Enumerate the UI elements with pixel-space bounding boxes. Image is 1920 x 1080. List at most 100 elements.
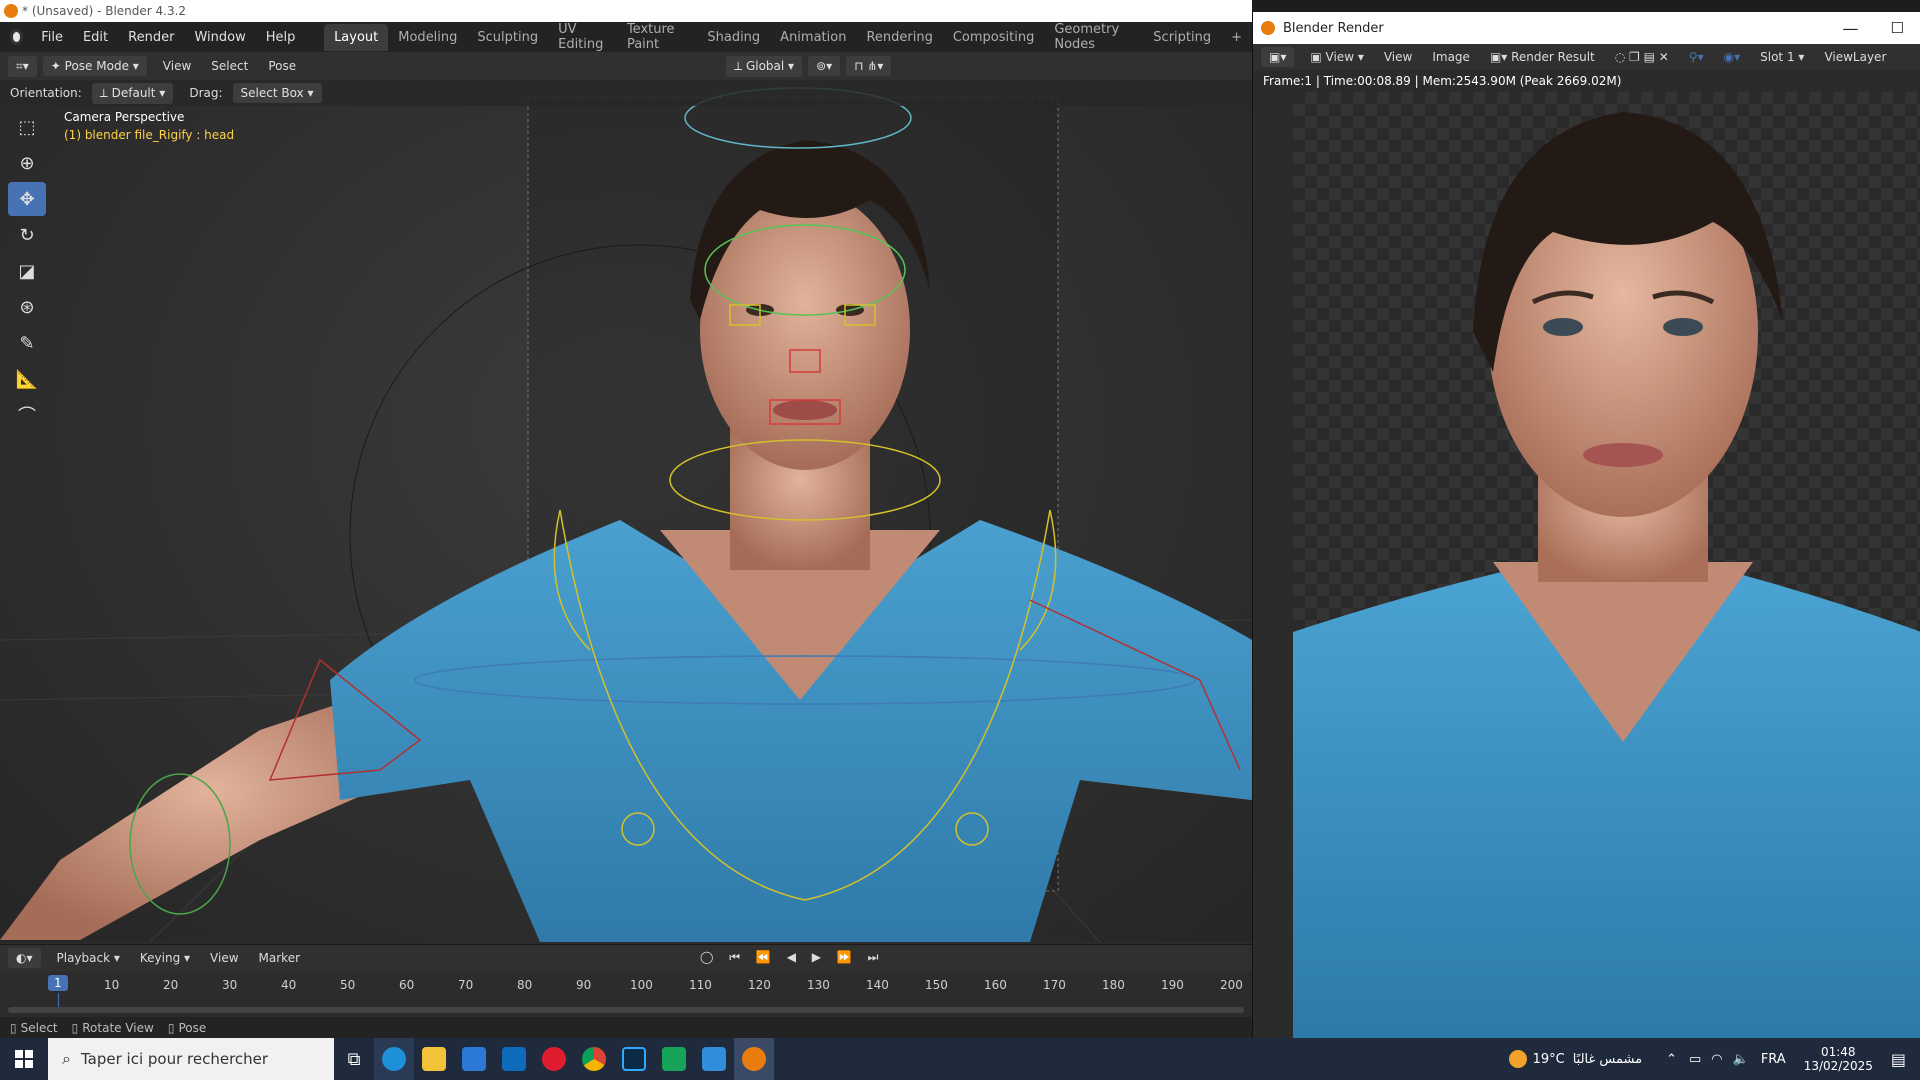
slot-dropdown[interactable]: Slot 1 ▾ bbox=[1750, 50, 1814, 64]
snap-toggle[interactable]: ⊓ ⋔▾ bbox=[846, 56, 892, 76]
status-bar: ▯ Select ▯ Rotate View ▯ Pose bbox=[0, 1017, 1252, 1038]
select-box-tool-icon[interactable]: ⬚ bbox=[8, 110, 46, 144]
mode-dropdown[interactable]: ✦ Pose Mode ▾ bbox=[42, 56, 147, 76]
menu-window[interactable]: Window bbox=[184, 30, 255, 45]
annotate-tool-icon[interactable]: ✎ bbox=[8, 326, 46, 360]
volume-icon[interactable]: 🔈 bbox=[1733, 1052, 1749, 1067]
editor-type-button[interactable]: ⌗▾ bbox=[8, 55, 37, 77]
store-icon[interactable] bbox=[454, 1038, 494, 1080]
prev-keyframe-icon[interactable]: ⏪ bbox=[756, 950, 777, 964]
photoshop-icon[interactable] bbox=[614, 1038, 654, 1080]
tab-modeling[interactable]: Modeling bbox=[388, 24, 467, 51]
maximize-icon[interactable]: ☐ bbox=[1875, 19, 1920, 37]
playback-menu[interactable]: Playback ▾ bbox=[47, 951, 130, 965]
measure-tool-icon[interactable]: 📐 bbox=[8, 362, 46, 396]
next-keyframe-icon[interactable]: ⏩ bbox=[837, 950, 858, 964]
cursor-tool-icon[interactable]: ⊕ bbox=[8, 146, 46, 180]
render-image-menu[interactable]: Image bbox=[1422, 50, 1480, 64]
wifi-icon[interactable]: ◠ bbox=[1711, 1052, 1722, 1067]
tab-rendering[interactable]: Rendering bbox=[856, 24, 942, 51]
image-editor-type-button[interactable]: ▣▾ bbox=[1261, 47, 1295, 67]
frame-label: 150 bbox=[925, 978, 948, 992]
clock-time: 01:48 bbox=[1820, 1045, 1856, 1059]
select-menu[interactable]: Select bbox=[201, 59, 258, 73]
frame-ruler[interactable]: 1 10 20 30 40 50 60 70 80 90 100 110 120… bbox=[0, 971, 1252, 1009]
render-view-dropdown[interactable]: ▣ View ▾ bbox=[1300, 50, 1373, 64]
scale-tool-icon[interactable]: ◪ bbox=[8, 254, 46, 288]
frame-label: 110 bbox=[689, 978, 712, 992]
chevron-up-icon[interactable]: ⌃ bbox=[1666, 1052, 1677, 1067]
autokey-toggle-icon[interactable]: ◯ bbox=[700, 950, 719, 964]
overlay-toggle-icon[interactable]: ◉▾ bbox=[1714, 50, 1751, 64]
tab-animation[interactable]: Animation bbox=[770, 24, 856, 51]
minimize-icon[interactable]: — bbox=[1827, 19, 1875, 38]
menu-file[interactable]: File bbox=[31, 30, 73, 45]
taskbar-search-box[interactable]: ⌕ Taper ici pour rechercher bbox=[48, 1038, 334, 1080]
move-tool-icon[interactable]: ✥ bbox=[8, 182, 46, 216]
play-reverse-icon[interactable]: ◀ bbox=[787, 950, 802, 964]
outlook-icon[interactable] bbox=[494, 1038, 534, 1080]
chrome-icon[interactable] bbox=[574, 1038, 614, 1080]
edge-icon[interactable] bbox=[374, 1038, 414, 1080]
3d-viewport[interactable] bbox=[0, 80, 1252, 942]
keying-menu[interactable]: Keying ▾ bbox=[130, 951, 200, 965]
timeline-editor: ◐▾ Playback ▾ Keying ▾ View Marker ◯ ⏮ ⏪… bbox=[0, 944, 1252, 1026]
keying-label: Keying bbox=[139, 951, 181, 965]
notifications-icon[interactable]: ▤ bbox=[1891, 1050, 1906, 1069]
start-button[interactable] bbox=[0, 1038, 48, 1080]
playback-controls: ◯ ⏮ ⏪ ◀ ▶ ⏩ ⏭ bbox=[700, 950, 884, 965]
blender-menu-icon[interactable] bbox=[10, 29, 24, 45]
windows-taskbar: ⌕ Taper ici pour rechercher ⧉ 19°C مشمس … bbox=[0, 1038, 1920, 1080]
timeline-view-menu[interactable]: View bbox=[200, 951, 248, 965]
view-menu[interactable]: View bbox=[153, 59, 201, 73]
menu-help[interactable]: Help bbox=[256, 30, 306, 45]
weather-icon[interactable] bbox=[1508, 1050, 1527, 1068]
clock[interactable]: 01:48 13/02/2025 bbox=[1804, 1045, 1873, 1073]
frame-label: 170 bbox=[1043, 978, 1066, 992]
add-workspace-button[interactable]: + bbox=[1221, 24, 1252, 51]
play-icon[interactable]: ▶ bbox=[812, 950, 827, 964]
language-indicator[interactable]: FRA bbox=[1761, 1052, 1786, 1067]
file-explorer-icon[interactable] bbox=[414, 1038, 454, 1080]
app-blue-icon[interactable] bbox=[694, 1038, 734, 1080]
current-frame-indicator[interactable]: 1 bbox=[48, 975, 68, 991]
tab-sculpting[interactable]: Sculpting bbox=[467, 24, 548, 51]
task-view-icon[interactable]: ⧉ bbox=[334, 1038, 374, 1080]
render-view-menu[interactable]: View bbox=[1374, 50, 1422, 64]
tab-scripting[interactable]: Scripting bbox=[1143, 24, 1221, 51]
tab-layout[interactable]: Layout bbox=[324, 23, 389, 51]
image-datablock-icons[interactable]: ◌ ❐ ▤ ✕ bbox=[1605, 50, 1679, 64]
jump-start-icon[interactable]: ⏮ bbox=[729, 950, 746, 964]
transform-orientation-label: Global bbox=[745, 58, 785, 73]
jump-end-icon[interactable]: ⏭ bbox=[868, 950, 885, 964]
weather-temp[interactable]: 19°C bbox=[1533, 1052, 1565, 1067]
render-result-selector[interactable]: ▣▾ Render Result bbox=[1480, 50, 1605, 64]
menu-edit[interactable]: Edit bbox=[73, 30, 118, 45]
tab-compositing[interactable]: Compositing bbox=[943, 24, 1045, 51]
drag-dropdown[interactable]: Select Box ▾ bbox=[232, 83, 322, 103]
pivot-dropdown[interactable]: ⊚▾ bbox=[808, 56, 841, 76]
timeline-scrollbar[interactable] bbox=[8, 1007, 1244, 1013]
app-m-icon[interactable] bbox=[654, 1038, 694, 1080]
render-result-image[interactable] bbox=[1293, 92, 1920, 1038]
marker-menu[interactable]: Marker bbox=[249, 951, 310, 965]
menu-render[interactable]: Render bbox=[118, 30, 184, 45]
opera-icon[interactable] bbox=[534, 1038, 574, 1080]
battery-icon[interactable]: ▭ bbox=[1689, 1052, 1701, 1067]
weather-text[interactable]: مشمس غالبًا bbox=[1573, 1052, 1642, 1067]
view-layer-label[interactable]: ViewLayer bbox=[1814, 50, 1896, 64]
drag-label: Drag: bbox=[189, 86, 223, 100]
render-window: Blender Render — ☐ ▣▾ ▣ View ▾ View Imag… bbox=[1252, 12, 1920, 1038]
transform-tool-icon[interactable]: ⊛ bbox=[8, 290, 46, 324]
rotate-tool-icon[interactable]: ↻ bbox=[8, 218, 46, 252]
orientation-dropdown[interactable]: ⟂ Default ▾ bbox=[91, 82, 174, 104]
render-window-title: Blender Render bbox=[1283, 20, 1384, 36]
frame-label: 130 bbox=[807, 978, 830, 992]
transform-orientation-dropdown[interactable]: ⟂ Global ▾ bbox=[726, 55, 803, 77]
blender-taskbar-icon[interactable] bbox=[734, 1038, 774, 1080]
gizmo-toggle-icon[interactable]: ⚲▾ bbox=[1679, 50, 1714, 64]
timeline-editor-type-button[interactable]: ◐▾ bbox=[8, 948, 41, 968]
pose-menu[interactable]: Pose bbox=[258, 59, 306, 73]
bone-size-tool-icon[interactable]: ⌒ bbox=[8, 398, 46, 432]
tab-shading[interactable]: Shading bbox=[697, 24, 770, 51]
